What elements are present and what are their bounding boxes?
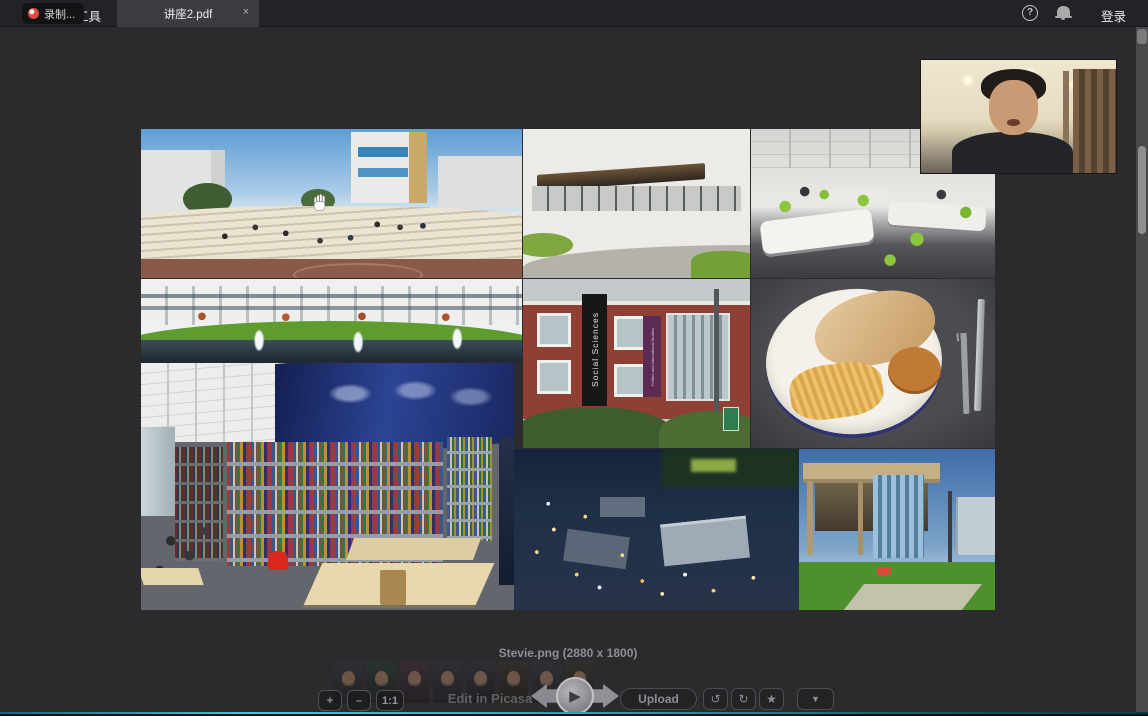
login-button[interactable]: 登录: [1101, 6, 1126, 25]
politics-banner: Politics and International Studies: [643, 316, 661, 397]
image-caption: Stevie.png (2880 x 1800): [0, 646, 1136, 660]
tab-lecture-pdf[interactable]: 讲座2.pdf ×: [117, 0, 259, 27]
help-icon[interactable]: ?: [1022, 5, 1038, 21]
fork: [960, 333, 969, 414]
photo-modern-building: [523, 129, 750, 278]
presenter-face: [989, 80, 1038, 134]
knife: [974, 299, 985, 411]
record-icon: [28, 8, 39, 19]
star-icon[interactable]: ★: [759, 688, 784, 710]
photo-social-sciences-building: Social Sciences Politics and Internation…: [523, 279, 750, 448]
students-on-steps: [141, 129, 522, 278]
scrollbar-track[interactable]: [1136, 27, 1148, 716]
photo-library-interior: [141, 363, 514, 610]
record-button[interactable]: 录制...: [22, 3, 84, 24]
scrollbar-thumb[interactable]: [1138, 146, 1146, 234]
photo-campus-panorama: [141, 279, 522, 362]
actual-size-button[interactable]: 1:1: [376, 690, 404, 711]
hand-cursor-icon: [312, 193, 329, 217]
campus-lights: [514, 449, 799, 610]
photo-food-tray: [751, 279, 995, 448]
zoom-out-button[interactable]: –: [347, 690, 371, 711]
upload-button[interactable]: Upload: [620, 688, 697, 710]
photo-glass-building: [799, 449, 995, 610]
curtain: [1073, 69, 1116, 173]
play-slideshow-button[interactable]: ▶: [556, 677, 594, 715]
photo-aerial-campus-night: [514, 449, 799, 610]
fountains: [141, 279, 522, 362]
rotate-left-icon[interactable]: ↺: [703, 688, 728, 710]
notification-bell-icon[interactable]: [1057, 6, 1070, 17]
scrollbar-top-cap[interactable]: [1137, 29, 1147, 44]
webcam-video-overlay[interactable]: [921, 60, 1116, 173]
tab-title: 讲座2.pdf: [164, 6, 213, 22]
photo-amphitheatre: [141, 129, 522, 278]
dropdown-icon[interactable]: ▼: [797, 688, 834, 710]
top-bar: 工具 录制... 讲座2.pdf × ? 登录: [0, 0, 1148, 27]
social-sciences-banner: Social Sciences: [582, 294, 607, 406]
slideshow-nav: ▶: [531, 677, 619, 715]
zoom-in-button[interactable]: +: [318, 690, 342, 711]
rotate-right-icon[interactable]: ↻: [731, 688, 756, 710]
tab-close-icon[interactable]: ×: [243, 6, 249, 18]
record-label: 录制...: [44, 6, 75, 22]
